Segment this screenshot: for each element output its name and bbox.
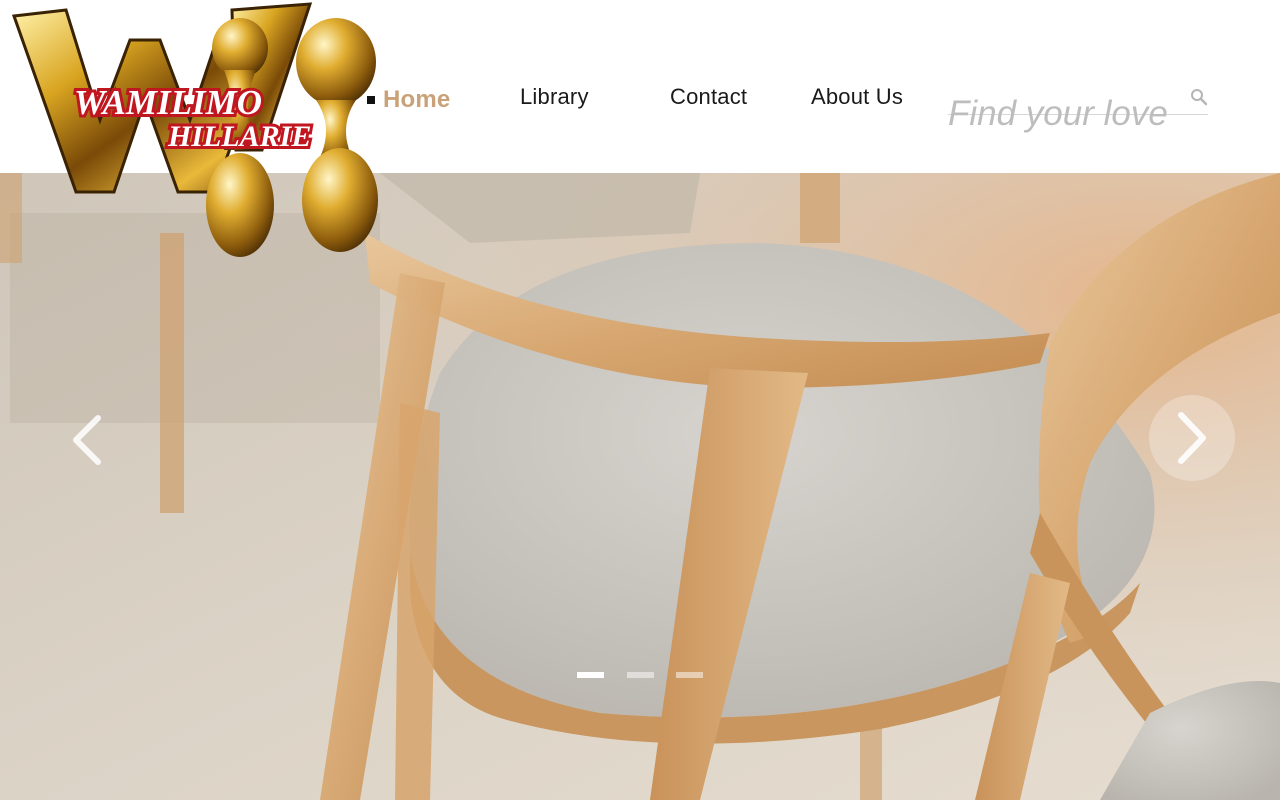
slider-prev-button[interactable]	[56, 408, 120, 472]
slide-indicator-3[interactable]	[676, 672, 703, 678]
hero-image-wooden-chairs	[0, 173, 1280, 800]
hero-slider	[0, 173, 1280, 800]
site-logo[interactable]: WAMILIMO HILLARIE	[10, 0, 382, 262]
logo-text-line2: HILLARIE	[167, 120, 311, 153]
search-box	[948, 86, 1208, 134]
nav-home-label: Home	[383, 86, 451, 113]
chevron-right-icon	[1178, 412, 1206, 464]
nav-home[interactable]: Home	[367, 86, 451, 114]
slide-indicator-1[interactable]	[577, 672, 604, 678]
nav-contact[interactable]: Contact	[670, 84, 747, 110]
chevron-left-icon	[73, 415, 101, 465]
nav-library-label: Library	[520, 84, 589, 109]
search-icon[interactable]	[1190, 88, 1208, 106]
nav-about-us-label: About Us	[811, 84, 904, 109]
slide-indicator-2[interactable]	[627, 672, 654, 678]
slider-next-button[interactable]	[1149, 395, 1235, 481]
search-input[interactable]	[948, 94, 1188, 134]
nav-library[interactable]: Library	[520, 84, 589, 110]
nav-contact-label: Contact	[670, 84, 748, 109]
page: Home Library Contact About Us Find your …	[0, 0, 1280, 800]
logo-text-line1: WAMILIMO	[74, 83, 262, 122]
nav-about-us[interactable]: About Us	[811, 84, 903, 110]
